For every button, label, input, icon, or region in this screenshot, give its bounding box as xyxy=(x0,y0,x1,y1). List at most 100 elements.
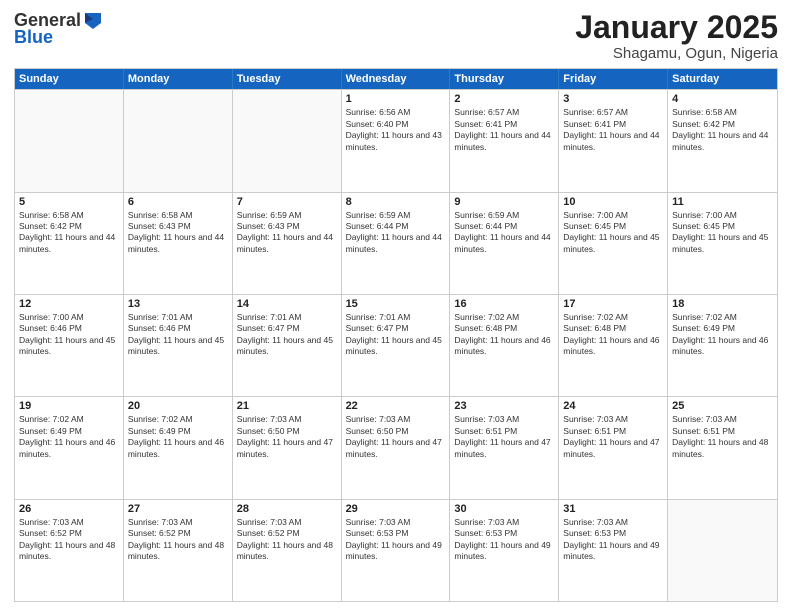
day-info: Sunrise: 7:00 AM Sunset: 6:45 PM Dayligh… xyxy=(563,210,663,256)
day-info: Sunrise: 7:02 AM Sunset: 6:49 PM Dayligh… xyxy=(672,312,773,358)
day-number: 14 xyxy=(237,298,337,310)
day-number: 25 xyxy=(672,400,773,412)
day-info: Sunrise: 7:03 AM Sunset: 6:52 PM Dayligh… xyxy=(19,517,119,563)
calendar-day-10: 10Sunrise: 7:00 AM Sunset: 6:45 PM Dayli… xyxy=(559,193,668,294)
day-info: Sunrise: 6:59 AM Sunset: 6:44 PM Dayligh… xyxy=(346,210,446,256)
calendar-row-4: 26 Sunrise: 7:03 AM Sunset: 6:52 PM Dayli… xyxy=(15,499,777,601)
calendar-day-18: 18 Sunrise: 7:02 AM Sunset: 6:49 PM Dayli… xyxy=(668,295,777,396)
calendar-day-4: 4Sunrise: 6:58 AM Sunset: 6:42 PM Daylig… xyxy=(668,90,777,191)
calendar-day-12: 12Sunrise: 7:00 AM Sunset: 6:46 PM Dayli… xyxy=(15,295,124,396)
calendar-day-23: 23 Sunrise: 7:03 AM Sunset: 6:51 PM Dayli… xyxy=(450,397,559,498)
day-number: 15 xyxy=(346,298,446,310)
calendar-empty-cell xyxy=(15,90,124,191)
weekday-header-saturday: Saturday xyxy=(668,69,777,89)
weekday-header-wednesday: Wednesday xyxy=(342,69,451,89)
calendar-header: SundayMondayTuesdayWednesdayThursdayFrid… xyxy=(15,69,777,89)
day-info: Sunrise: 7:01 AM Sunset: 6:47 PM Dayligh… xyxy=(237,312,337,358)
day-info: Sunrise: 6:57 AM Sunset: 6:41 PM Dayligh… xyxy=(454,107,554,153)
logo-blue: Blue xyxy=(14,27,53,48)
calendar-day-15: 15 Sunrise: 7:01 AM Sunset: 6:47 PM Dayli… xyxy=(342,295,451,396)
calendar-day-31: 31 Sunrise: 7:03 AM Sunset: 6:53 PM Dayli… xyxy=(559,500,668,601)
calendar-day-21: 21 Sunrise: 7:03 AM Sunset: 6:50 PM Dayli… xyxy=(233,397,342,498)
day-info: Sunrise: 7:03 AM Sunset: 6:52 PM Dayligh… xyxy=(237,517,337,563)
day-number: 22 xyxy=(346,400,446,412)
day-info: Sunrise: 7:02 AM Sunset: 6:48 PM Dayligh… xyxy=(563,312,663,358)
weekday-header-monday: Monday xyxy=(124,69,233,89)
day-number: 9 xyxy=(454,196,554,208)
day-number: 13 xyxy=(128,298,228,310)
day-number: 1 xyxy=(346,93,446,105)
day-number: 8 xyxy=(346,196,446,208)
day-info: Sunrise: 7:02 AM Sunset: 6:49 PM Dayligh… xyxy=(19,414,119,460)
day-number: 31 xyxy=(563,503,663,515)
day-info: Sunrise: 7:03 AM Sunset: 6:53 PM Dayligh… xyxy=(563,517,663,563)
day-number: 5 xyxy=(19,196,119,208)
calendar-day-9: 9 Sunrise: 6:59 AM Sunset: 6:44 PM Daylig… xyxy=(450,193,559,294)
day-number: 7 xyxy=(237,196,337,208)
day-number: 17 xyxy=(563,298,663,310)
weekday-header-friday: Friday xyxy=(559,69,668,89)
day-number: 2 xyxy=(454,93,554,105)
calendar-day-3: 3 Sunrise: 6:57 AM Sunset: 6:41 PM Daylig… xyxy=(559,90,668,191)
day-info: Sunrise: 6:57 AM Sunset: 6:41 PM Dayligh… xyxy=(563,107,663,153)
calendar-day-19: 19Sunrise: 7:02 AM Sunset: 6:49 PM Dayli… xyxy=(15,397,124,498)
day-info: Sunrise: 6:58 AM Sunset: 6:42 PM Dayligh… xyxy=(19,210,119,256)
calendar-day-29: 29 Sunrise: 7:03 AM Sunset: 6:53 PM Dayli… xyxy=(342,500,451,601)
calendar-row-0: 1 Sunrise: 6:56 AM Sunset: 6:40 PM Daylig… xyxy=(15,89,777,191)
day-number: 30 xyxy=(454,503,554,515)
calendar-day-17: 17 Sunrise: 7:02 AM Sunset: 6:48 PM Dayli… xyxy=(559,295,668,396)
calendar-day-1: 1 Sunrise: 6:56 AM Sunset: 6:40 PM Daylig… xyxy=(342,90,451,191)
calendar-empty-cell xyxy=(233,90,342,191)
day-info: Sunrise: 6:56 AM Sunset: 6:40 PM Dayligh… xyxy=(346,107,446,153)
calendar-empty-cell xyxy=(124,90,233,191)
month-title: January 2025 xyxy=(575,10,778,45)
calendar-row-1: 5 Sunrise: 6:58 AM Sunset: 6:42 PM Daylig… xyxy=(15,192,777,294)
day-number: 23 xyxy=(454,400,554,412)
calendar-day-22: 22 Sunrise: 7:03 AM Sunset: 6:50 PM Dayli… xyxy=(342,397,451,498)
day-info: Sunrise: 7:03 AM Sunset: 6:53 PM Dayligh… xyxy=(346,517,446,563)
day-info: Sunrise: 7:02 AM Sunset: 6:49 PM Dayligh… xyxy=(128,414,228,460)
day-number: 3 xyxy=(563,93,663,105)
day-info: Sunrise: 7:02 AM Sunset: 6:48 PM Dayligh… xyxy=(454,312,554,358)
day-number: 27 xyxy=(128,503,228,515)
day-number: 28 xyxy=(237,503,337,515)
calendar-body: 1 Sunrise: 6:56 AM Sunset: 6:40 PM Daylig… xyxy=(15,89,777,601)
day-number: 18 xyxy=(672,298,773,310)
day-number: 11 xyxy=(672,196,773,208)
day-info: Sunrise: 6:59 AM Sunset: 6:44 PM Dayligh… xyxy=(454,210,554,256)
day-number: 20 xyxy=(128,400,228,412)
weekday-header-sunday: Sunday xyxy=(15,69,124,89)
day-info: Sunrise: 7:00 AM Sunset: 6:46 PM Dayligh… xyxy=(19,312,119,358)
calendar-day-2: 2 Sunrise: 6:57 AM Sunset: 6:41 PM Daylig… xyxy=(450,90,559,191)
day-info: Sunrise: 7:03 AM Sunset: 6:50 PM Dayligh… xyxy=(237,414,337,460)
day-number: 6 xyxy=(128,196,228,208)
calendar: SundayMondayTuesdayWednesdayThursdayFrid… xyxy=(14,68,778,602)
calendar-day-16: 16Sunrise: 7:02 AM Sunset: 6:48 PM Dayli… xyxy=(450,295,559,396)
location: Shagamu, Ogun, Nigeria xyxy=(575,45,778,62)
day-number: 26 xyxy=(19,503,119,515)
day-info: Sunrise: 7:03 AM Sunset: 6:51 PM Dayligh… xyxy=(563,414,663,460)
day-number: 24 xyxy=(563,400,663,412)
calendar-day-25: 25 Sunrise: 7:03 AM Sunset: 6:51 PM Dayli… xyxy=(668,397,777,498)
weekday-header-tuesday: Tuesday xyxy=(233,69,342,89)
day-number: 29 xyxy=(346,503,446,515)
title-block: January 2025 Shagamu, Ogun, Nigeria xyxy=(575,10,778,62)
day-info: Sunrise: 7:01 AM Sunset: 6:47 PM Dayligh… xyxy=(346,312,446,358)
day-info: Sunrise: 7:00 AM Sunset: 6:45 PM Dayligh… xyxy=(672,210,773,256)
calendar-day-11: 11 Sunrise: 7:00 AM Sunset: 6:45 PM Dayli… xyxy=(668,193,777,294)
day-info: Sunrise: 7:03 AM Sunset: 6:51 PM Dayligh… xyxy=(454,414,554,460)
day-info: Sunrise: 7:01 AM Sunset: 6:46 PM Dayligh… xyxy=(128,312,228,358)
calendar-day-13: 13 Sunrise: 7:01 AM Sunset: 6:46 PM Dayli… xyxy=(124,295,233,396)
day-info: Sunrise: 7:03 AM Sunset: 6:50 PM Dayligh… xyxy=(346,414,446,460)
calendar-day-24: 24 Sunrise: 7:03 AM Sunset: 6:51 PM Dayli… xyxy=(559,397,668,498)
day-info: Sunrise: 7:03 AM Sunset: 6:51 PM Dayligh… xyxy=(672,414,773,460)
day-info: Sunrise: 7:03 AM Sunset: 6:52 PM Dayligh… xyxy=(128,517,228,563)
logo: General Blue xyxy=(14,10,103,48)
day-info: Sunrise: 6:58 AM Sunset: 6:43 PM Dayligh… xyxy=(128,210,228,256)
calendar-day-27: 27 Sunrise: 7:03 AM Sunset: 6:52 PM Dayli… xyxy=(124,500,233,601)
day-number: 21 xyxy=(237,400,337,412)
calendar-day-8: 8 Sunrise: 6:59 AM Sunset: 6:44 PM Daylig… xyxy=(342,193,451,294)
logo-flag-icon xyxy=(83,13,103,29)
calendar-empty-cell xyxy=(668,500,777,601)
calendar-row-3: 19Sunrise: 7:02 AM Sunset: 6:49 PM Dayli… xyxy=(15,396,777,498)
